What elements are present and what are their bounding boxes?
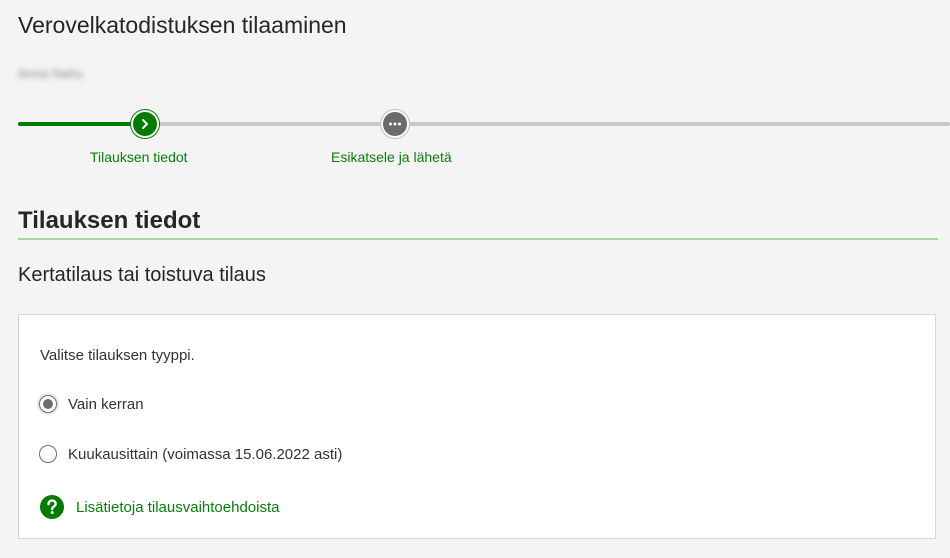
- page-title: Verovelkatodistuksen tilaaminen: [18, 12, 347, 38]
- radio-label-monthly[interactable]: Kuukausittain (voimassa 15.06.2022 asti): [68, 446, 342, 463]
- order-type-card: Valitse tilauksen tyyppi. Vain kerran Ku…: [18, 314, 936, 539]
- radio-button-monthly[interactable]: [39, 445, 57, 463]
- info-link-row[interactable]: Lisätietoja tilausvaihtoehdoista: [40, 495, 279, 519]
- radio-button-once[interactable]: [39, 395, 57, 413]
- progress-stepper: Tilauksen tiedot Esikatsele ja lähetä: [0, 100, 950, 180]
- step-2-label[interactable]: Esikatsele ja lähetä: [331, 149, 452, 165]
- section-divider: [18, 238, 938, 240]
- step-1-indicator[interactable]: [131, 110, 159, 138]
- order-options-info-link[interactable]: Lisätietoja tilausvaihtoehdoista: [76, 499, 279, 516]
- radio-label-once[interactable]: Vain kerran: [68, 396, 144, 413]
- section-title: Tilauksen tiedot: [18, 207, 201, 234]
- page: Verovelkatodistuksen tilaaminen Anna Nah…: [0, 0, 950, 558]
- order-type-prompt: Valitse tilauksen tyyppi.: [40, 347, 195, 364]
- stepper-track-remaining: [150, 122, 950, 126]
- help-question-icon: [40, 495, 64, 519]
- user-name-blurred: Anna Nahu: [18, 66, 84, 81]
- section-subtitle: Kertatilaus tai toistuva tilaus: [18, 264, 266, 286]
- step-2-indicator[interactable]: [381, 110, 409, 138]
- stepper-track-completed: [18, 122, 138, 126]
- radio-option-monthly[interactable]: Kuukausittain (voimassa 15.06.2022 asti): [39, 445, 342, 463]
- ellipsis-icon: [389, 122, 401, 126]
- radio-option-once[interactable]: Vain kerran: [39, 395, 144, 413]
- step-1-label[interactable]: Tilauksen tiedot: [90, 149, 188, 165]
- chevron-right-icon: [142, 119, 148, 129]
